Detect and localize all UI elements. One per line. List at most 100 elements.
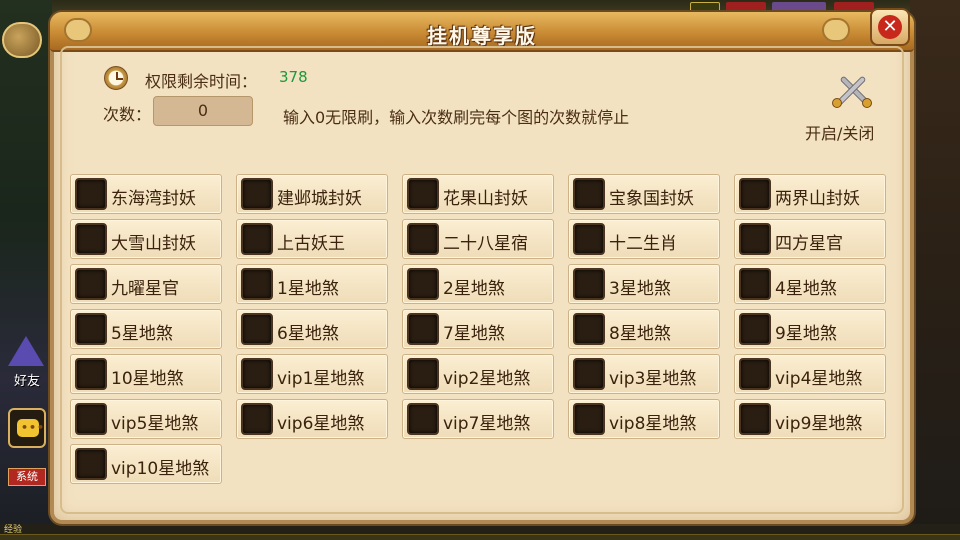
close-button[interactable]: ✕ [870,8,910,46]
option-label: 大雪山封妖 [111,234,196,254]
option-checkbox[interactable] [573,223,605,255]
experience-label: 经验 [4,525,23,535]
option-item[interactable]: vip7星地煞 [402,399,554,439]
option-label: vip7星地煞 [443,414,531,434]
option-item[interactable]: 9星地煞 [734,309,886,349]
option-label: vip4星地煞 [775,369,863,389]
option-checkbox[interactable] [407,223,439,255]
option-label: 4星地煞 [775,279,837,299]
game-right-strip [910,0,960,540]
option-grid: 东海湾封妖 建邺城封妖 花果山封妖 宝象国封妖 两界山封妖大雪山封妖 上古妖王 二十八星宿 十… [70,174,890,486]
option-item[interactable]: vip4星地煞 [734,354,886,394]
option-checkbox[interactable] [407,403,439,435]
option-checkbox[interactable] [241,268,273,300]
option-item[interactable]: 两界山封妖 [734,174,886,214]
option-label: 5星地煞 [111,324,173,344]
option-checkbox[interactable] [241,178,273,210]
option-label: 二十八星宿 [443,234,528,254]
wizard-hat-icon [8,336,44,366]
option-item[interactable]: vip6星地煞 [236,399,388,439]
option-item[interactable]: 十二生肖 [568,219,720,259]
option-checkbox[interactable] [407,268,439,300]
option-label: 东海湾封妖 [111,189,196,209]
system-channel-tab[interactable]: 系统 [8,468,46,486]
option-item[interactable]: 九曜星官 [70,264,222,304]
option-label: 建邺城封妖 [277,189,362,209]
option-item[interactable]: 8星地煞 [568,309,720,349]
option-item[interactable]: 6星地煞 [236,309,388,349]
option-label: 6星地煞 [277,324,339,344]
crossed-swords-icon[interactable] [830,70,876,110]
experience-bar [0,534,960,540]
option-label: 十二生肖 [609,234,677,254]
option-checkbox[interactable] [573,268,605,300]
friends-button[interactable]: 好友 [4,336,48,389]
count-input[interactable]: 0 [153,96,253,126]
option-checkbox[interactable] [241,403,273,435]
option-label: 四方星官 [775,234,843,254]
option-item[interactable]: 5星地煞 [70,309,222,349]
option-label: 3星地煞 [609,279,671,299]
option-item[interactable]: vip2星地煞 [402,354,554,394]
option-checkbox[interactable] [75,448,107,480]
option-checkbox[interactable] [407,178,439,210]
option-checkbox[interactable] [573,358,605,390]
option-checkbox[interactable] [75,358,107,390]
remaining-time-label: 权限剩余时间： [145,72,258,91]
friends-label: 好友 [14,374,41,389]
option-label: vip2星地煞 [443,369,531,389]
option-item[interactable]: 大雪山封妖 [70,219,222,259]
count-hint: 输入0无限刷，输入次数刷完每个图的次数就停止 [283,108,630,127]
option-checkbox[interactable] [739,403,771,435]
back-button[interactable] [2,22,42,58]
option-item[interactable]: 宝象国封妖 [568,174,720,214]
option-label: 1星地煞 [277,279,339,299]
option-item[interactable]: 二十八星宿 [402,219,554,259]
option-checkbox[interactable] [407,313,439,345]
option-label: 9星地煞 [775,324,837,344]
option-item[interactable]: 花果山封妖 [402,174,554,214]
option-checkbox[interactable] [573,313,605,345]
option-checkbox[interactable] [739,358,771,390]
option-item[interactable]: vip10星地煞 [70,444,222,484]
option-item[interactable]: 东海湾封妖 [70,174,222,214]
option-item[interactable]: 10星地煞 [70,354,222,394]
game-left-strip [0,0,52,540]
option-checkbox[interactable] [75,223,107,255]
option-checkbox[interactable] [573,178,605,210]
option-item[interactable]: 建邺城封妖 [236,174,388,214]
option-checkbox[interactable] [573,403,605,435]
option-checkbox[interactable] [407,358,439,390]
option-item[interactable]: 1星地煞 [236,264,388,304]
option-item[interactable]: 2星地煞 [402,264,554,304]
option-item[interactable]: 四方星官 [734,219,886,259]
option-label: 上古妖王 [277,234,345,254]
option-label: vip3星地煞 [609,369,697,389]
option-label: 宝象国封妖 [609,189,694,209]
option-item[interactable]: 4星地煞 [734,264,886,304]
option-item[interactable]: vip3星地煞 [568,354,720,394]
toggle-label[interactable]: 开启/关闭 [805,120,874,144]
option-item[interactable]: 上古妖王 [236,219,388,259]
option-checkbox[interactable] [75,403,107,435]
option-checkbox[interactable] [241,358,273,390]
option-item[interactable]: vip1星地煞 [236,354,388,394]
option-checkbox[interactable] [739,178,771,210]
option-checkbox[interactable] [75,313,107,345]
option-label: 两界山封妖 [775,189,860,209]
option-checkbox[interactable] [739,223,771,255]
option-checkbox[interactable] [75,178,107,210]
option-label: 九曜星官 [111,279,179,299]
option-checkbox[interactable] [241,313,273,345]
chat-button[interactable]: ••• [8,408,46,448]
option-checkbox[interactable] [739,313,771,345]
option-checkbox[interactable] [75,268,107,300]
dialog-title: 挂机尊享版 [427,24,537,48]
option-item[interactable]: vip5星地煞 [70,399,222,439]
option-item[interactable]: vip9星地煞 [734,399,886,439]
option-checkbox[interactable] [739,268,771,300]
option-item[interactable]: 3星地煞 [568,264,720,304]
option-item[interactable]: vip8星地煞 [568,399,720,439]
option-checkbox[interactable] [241,223,273,255]
option-item[interactable]: 7星地煞 [402,309,554,349]
